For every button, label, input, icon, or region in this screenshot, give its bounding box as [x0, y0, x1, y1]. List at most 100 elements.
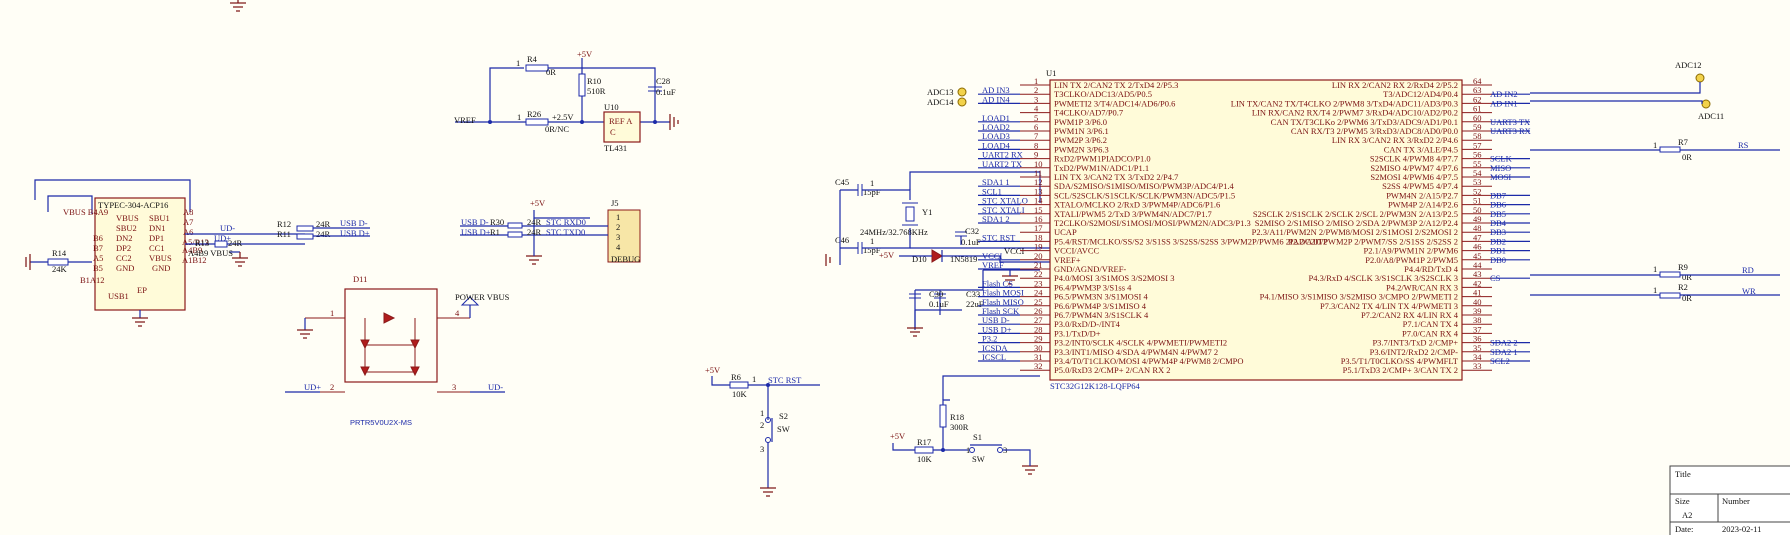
debug-vcc: +5V	[530, 198, 546, 208]
usb-left-name: CC2	[116, 253, 132, 263]
resistor-r7[interactable]	[1659, 146, 1681, 153]
adc11-label: ADC11	[1698, 111, 1724, 121]
y1-label: Y1	[922, 207, 932, 217]
mcu-left-net-label: VREF	[982, 260, 1004, 270]
r7-pin: 1	[1653, 140, 1657, 150]
r1-value: 24R	[527, 227, 542, 237]
r4-label: R4	[527, 54, 538, 64]
debug-pin: 3	[616, 232, 620, 242]
d11-pin2: 2	[330, 382, 334, 392]
c30-value: 0.1uF	[929, 299, 949, 309]
switch-contact	[765, 437, 771, 443]
resistor-r12[interactable]	[296, 225, 314, 232]
r14-label: R14	[52, 248, 67, 258]
mcu-left-net-label: STC RST	[982, 232, 1016, 242]
number-label: Number	[1722, 496, 1750, 506]
mcu-right-pin-name: P5.1/TxD3 2/CMP+ 3/CAN TX 2	[1343, 365, 1458, 375]
r12-label: R12	[277, 219, 291, 229]
r26-label: R26	[527, 109, 541, 119]
debug-net-dm: USB D-	[461, 217, 489, 227]
adc14-label: ADC14	[927, 97, 954, 107]
r26-value: 0R/NC	[545, 124, 569, 134]
switch-s1-circuit: +5V R17 10K R18 300R S1 SW 1 3	[890, 399, 1038, 475]
r1-label: R1	[490, 227, 500, 237]
resistor-r30[interactable]	[507, 222, 523, 229]
adc12-connector[interactable]	[1695, 73, 1705, 83]
s2-pin2: 2	[760, 420, 764, 430]
resistor-r13[interactable]	[214, 240, 228, 248]
mcu-right-net-label: MOSI	[1490, 172, 1511, 182]
r9-value: 0R	[1682, 272, 1692, 282]
mcu-left-net-label: SDA1 2	[982, 214, 1010, 224]
debug-net-dp: USB D+	[461, 227, 491, 237]
resistor-r1[interactable]	[507, 231, 523, 238]
resistor-r17[interactable]	[914, 446, 934, 454]
r14-value: 24K	[52, 264, 68, 274]
debug-pin: 2	[616, 222, 620, 232]
r11-value: 24R	[316, 229, 331, 239]
adc14-connector[interactable]	[957, 97, 967, 107]
d11-body[interactable]	[344, 288, 438, 383]
s1-sw: SW	[972, 454, 985, 464]
resistor-r11[interactable]	[296, 233, 314, 240]
mcu-left-pin-name: P5.0/RxD3 2/CMP+ 2/CAN RX 2	[1054, 365, 1171, 375]
prt-udp-net: UD+	[304, 382, 321, 392]
size-value: A2	[1682, 510, 1692, 520]
esd-protection: D11 1 2 3 4 POWER VBUS UD+ UD- PRTR5V0U2…	[285, 274, 510, 427]
usb-right-pin: A7	[183, 217, 193, 227]
d11-pin3: 3	[452, 382, 456, 392]
c32-value: 0.1uF	[961, 237, 981, 247]
usb-right-pin: A6	[183, 227, 193, 237]
usb-right-name: DN1	[149, 223, 166, 233]
mcu-u1: U1 STC32G12K128-LQFP64 1 LIN TX 2/CAN2 TX…	[927, 60, 1780, 391]
r6-pin: 1	[752, 374, 756, 384]
usb-right-name: CC1	[149, 243, 165, 253]
adc11-connector[interactable]	[1701, 99, 1711, 109]
crystal-y1[interactable]	[905, 206, 915, 222]
title-block: Title Size A2 Number Date: 2023-02-11	[1669, 465, 1790, 535]
r13-label: R13	[195, 238, 209, 248]
resistor-r2[interactable]	[1659, 292, 1681, 299]
usb-left-name: GND	[116, 263, 134, 273]
vcc-label: +5V	[577, 49, 593, 59]
mcu-right-pin-number: 33	[1473, 361, 1482, 371]
usb-left-pin: B6	[93, 233, 103, 243]
reset-vcc: +5V	[705, 365, 721, 375]
size-label: Size	[1675, 496, 1690, 506]
usb-left-pin: B5	[93, 263, 103, 273]
mcu-right-net-label: UART3 RX	[1490, 126, 1531, 136]
schematic-canvas: R4 0R 1 +5V R10 510R C28 0.1uF VREF R26 …	[25, 0, 1790, 535]
usb-right-pin: A8	[183, 207, 193, 217]
adc13-connector[interactable]	[957, 87, 967, 97]
r26-net: +2.5V	[552, 112, 574, 122]
debug-label: DEBUG	[611, 254, 640, 264]
reset-circuit: +5V R6 10K 1 STC RST S2 SW 1 2 3	[705, 365, 820, 497]
resistor-r6[interactable]	[729, 381, 749, 389]
r30-value: 24R	[527, 217, 542, 227]
y1-value: 24MHz/32.768KHz	[860, 227, 928, 237]
r6-value: 10K	[732, 389, 748, 399]
usb-right-name: GND	[152, 263, 170, 273]
adc13-label: ADC13	[927, 87, 953, 97]
resistor-r4[interactable]	[525, 64, 549, 72]
adc12-label: ADC12	[1675, 60, 1701, 70]
r4-pin: 1	[516, 58, 520, 68]
diode-icon	[931, 249, 943, 263]
s2-sw: SW	[777, 424, 790, 434]
stc-rxd-net: STC RXD0	[546, 217, 586, 227]
mcu-left-net-label: UART2 TX	[982, 159, 1022, 169]
u10-ref: REF A	[609, 116, 633, 126]
debug-header: +5V J5 1 2 3 4 DEBUG USB D- USB D+ R30 2…	[460, 198, 641, 265]
r18-value: 300R	[950, 422, 969, 432]
d11-part: PRTR5V0U2X-MS	[350, 418, 412, 427]
resistor-r18[interactable]	[939, 404, 947, 428]
mcu-left-pin-name: T2CLKO/S2MOSI/S1MOSI/MOSI/PWM2N/ADC3/P1.…	[1054, 218, 1251, 228]
diode-icon	[410, 339, 420, 350]
resistor-r10[interactable]	[578, 73, 586, 97]
switch-contact	[969, 447, 975, 453]
resistor-r9[interactable]	[1659, 271, 1681, 278]
r18-label: R18	[950, 412, 964, 422]
usb-dp-net: USB D+	[340, 228, 370, 238]
c45-value: 15pF	[863, 187, 881, 197]
stc-txd-net: STC TXD0	[546, 227, 585, 237]
